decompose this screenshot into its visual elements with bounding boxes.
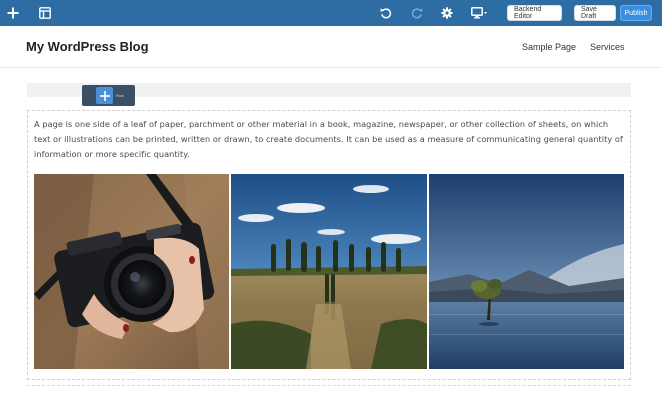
undo-button[interactable] <box>377 0 395 26</box>
gallery-image-camera[interactable] <box>34 174 229 369</box>
nav-link-sample-page[interactable]: Sample Page <box>522 42 576 52</box>
redo-button[interactable] <box>408 0 426 26</box>
row-label: Row <box>116 93 125 98</box>
gear-icon <box>441 7 453 19</box>
settings-button[interactable] <box>438 0 456 26</box>
undo-icon <box>380 8 392 19</box>
site-header: My WordPress Blog Sample Page Services <box>0 26 662 68</box>
plus-icon <box>7 7 19 19</box>
monitor-icon <box>470 7 487 19</box>
site-title[interactable]: My WordPress Blog <box>26 39 149 54</box>
add-row-button[interactable] <box>96 87 113 104</box>
tuscan-landscape-photo <box>231 174 427 369</box>
gallery-image-lake[interactable] <box>429 174 624 369</box>
responsive-preview-button[interactable] <box>468 0 490 26</box>
layout-button[interactable] <box>36 0 54 26</box>
redo-icon <box>411 8 423 19</box>
row-control[interactable]: Row <box>82 85 135 106</box>
divider <box>27 385 631 386</box>
plus-icon <box>99 90 110 101</box>
layout-icon <box>39 7 51 19</box>
page-paragraph[interactable]: A page is one side of a leaf of paper, p… <box>34 117 624 162</box>
save-draft-button[interactable]: Save Draft <box>574 5 616 21</box>
gallery-image-landscape[interactable] <box>231 174 427 369</box>
lake-tree-photo <box>429 174 624 369</box>
editor-toolbar: Backend Editor Save Draft Publish <box>0 0 662 26</box>
backend-editor-button[interactable]: Backend Editor <box>507 5 562 21</box>
add-element-button[interactable] <box>4 0 22 26</box>
publish-button[interactable]: Publish <box>620 5 652 21</box>
nav-link-services[interactable]: Services <box>590 42 625 52</box>
camera-photo <box>34 174 229 369</box>
